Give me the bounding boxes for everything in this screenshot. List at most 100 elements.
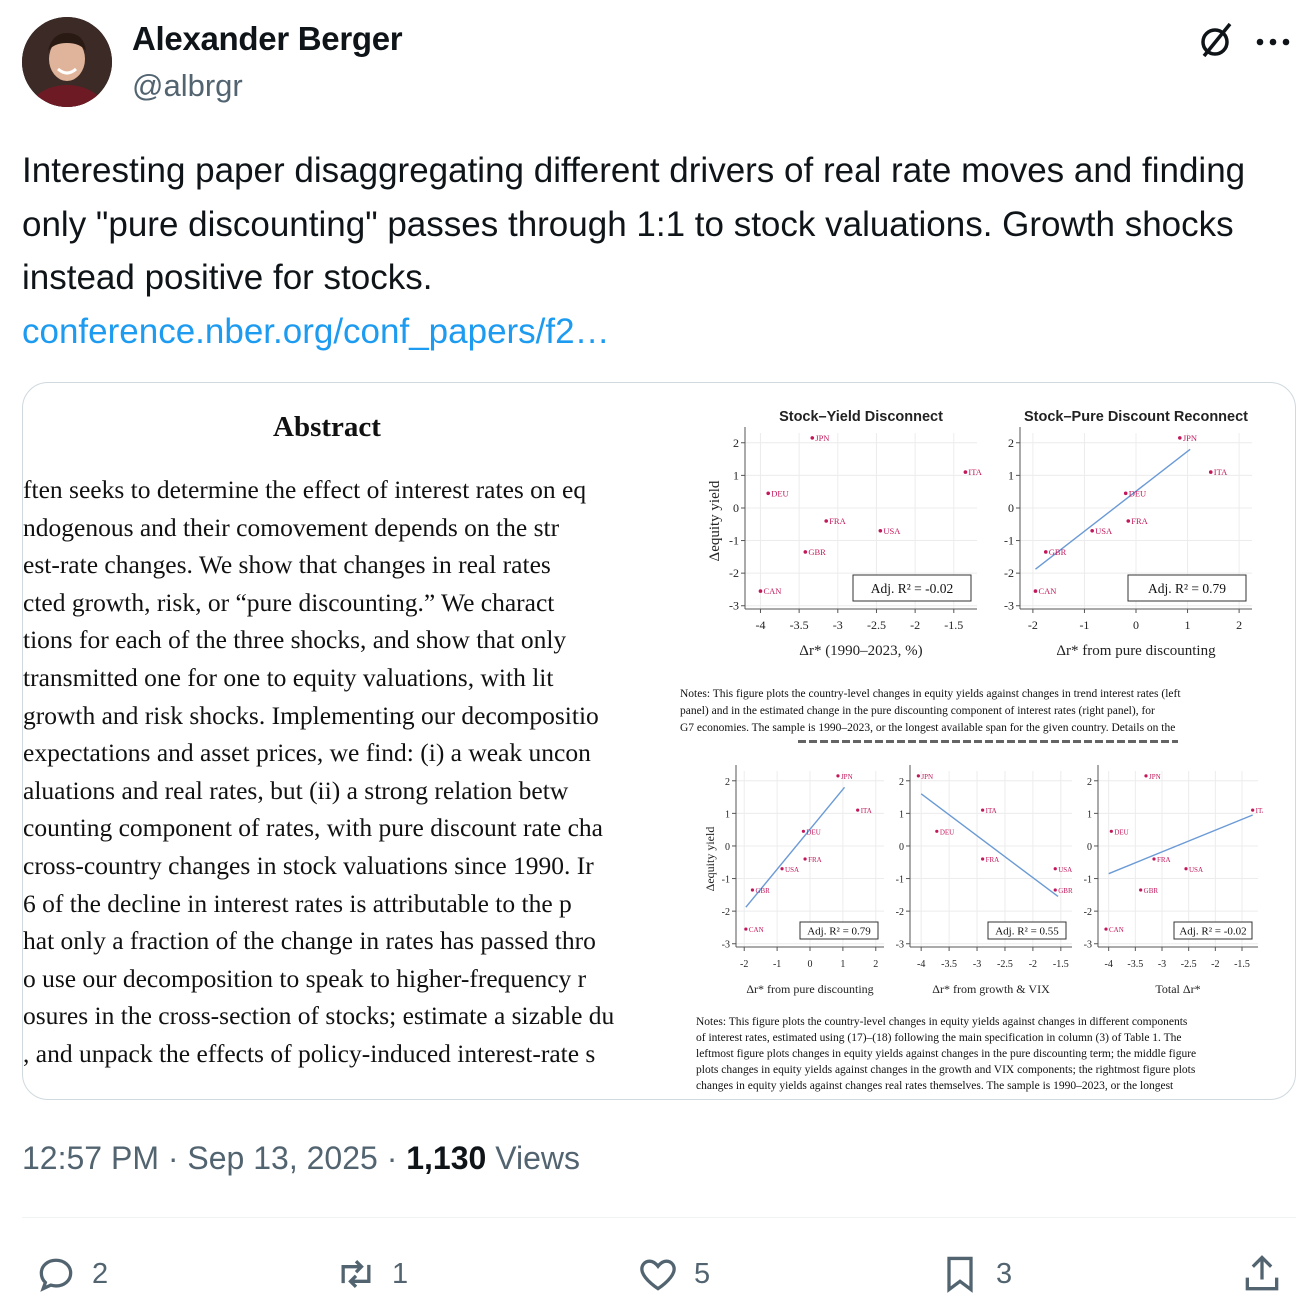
abstract-text: ften seeks to determine the effect of in…: [23, 471, 657, 1073]
tweet-media[interactable]: Abstract ften seeks to determine the eff…: [22, 382, 1296, 1100]
x-tick-label: -2: [1028, 618, 1038, 632]
y-tick-label: -1: [896, 875, 904, 886]
x-tick-label: -1.5: [1234, 959, 1250, 970]
figure1-notes: Notes: This figure plots the country-lev…: [680, 686, 1280, 737]
y-axis-label: Δequity yield: [707, 480, 723, 561]
x-tick-label: -1.5: [1053, 959, 1069, 970]
point-label: USA: [1058, 866, 1072, 874]
share-icon: [1245, 1255, 1279, 1291]
repost-button[interactable]: 1: [334, 1250, 408, 1298]
point-label: ITA: [1256, 807, 1263, 815]
r2-annotation: Adj. R² = -0.02: [871, 581, 954, 596]
x-tick-label: -2.5: [1181, 959, 1197, 970]
data-point-usa: [1053, 867, 1057, 871]
r2-annotation: Adj. R² = 0.79: [1148, 581, 1226, 596]
abstract-line: counting component of rates, with pure d…: [23, 813, 603, 843]
point-label: DEU: [806, 828, 820, 836]
x-axis-label: Δr* from pure discounting: [746, 982, 873, 996]
author-avatar[interactable]: [22, 17, 112, 107]
data-point-gbr: [1053, 888, 1057, 892]
point-label: FRA: [986, 856, 1000, 864]
y-tick-label: 0: [725, 842, 730, 853]
y-tick-label: 0: [1008, 501, 1014, 515]
abstract-line: ndogenous and their comovement depends o…: [23, 512, 560, 542]
data-point-jpn: [1178, 436, 1182, 440]
y-tick-label: 2: [725, 777, 730, 788]
data-point-can: [758, 589, 763, 593]
share-button[interactable]: [1240, 1250, 1298, 1298]
like-count: 5: [694, 1257, 711, 1290]
x-tick-label: -3.5: [1127, 959, 1143, 970]
tweet-time[interactable]: 12:57 PM: [22, 1140, 159, 1176]
x-tick-label: -2: [910, 618, 920, 632]
tweet-date[interactable]: Sep 13, 2025: [187, 1140, 377, 1176]
chart-1: Stock–Yield Disconnect -3 -2 -1 0 1 2 -4 -3.5 -3 -…: [707, 409, 983, 659]
author-name[interactable]: Alexander Berger: [132, 20, 403, 58]
point-label: GBR: [755, 887, 770, 895]
abstract-line: o use our decomposition to speak to high…: [23, 963, 587, 993]
data-point-ita: [856, 808, 860, 812]
x-tick-label: -3: [833, 618, 843, 632]
x-axis-label: Δr* (1990–2023, %): [799, 643, 922, 659]
point-label: CAN: [1038, 586, 1056, 596]
point-label: FRA: [829, 516, 846, 526]
author-handle[interactable]: @albrgr: [132, 68, 243, 104]
chart-title: Stock–Yield Disconnect: [779, 409, 943, 425]
point-label: CAN: [749, 926, 764, 934]
y-tick-label: 2: [1087, 777, 1092, 788]
x-tick-label: -4: [755, 618, 765, 632]
point-label: ITA: [1214, 467, 1228, 477]
note-line: G7 economies. The sample is 1990–2023, o…: [680, 722, 1176, 734]
y-tick-label: -3: [1004, 599, 1014, 613]
point-label: JPN: [1183, 433, 1197, 443]
chart-2: Stock–Pure Discount Reconnect -3 -2 -1 0 1 2 -2…: [1004, 409, 1252, 659]
x-tick-label: -3: [973, 959, 981, 970]
abstract-title: Abstract: [273, 411, 381, 443]
like-button[interactable]: 5: [636, 1250, 710, 1298]
note-line: Notes: This figure plots the country-lev…: [680, 688, 1181, 700]
abstract-line: tions for each of the three shocks, and …: [23, 625, 567, 655]
point-label: GBR: [808, 547, 826, 557]
x-tick-label: -3.5: [790, 618, 809, 632]
tweet-meta: 12:57 PM · Sep 13, 2025 · 1,130 Views: [22, 1140, 580, 1176]
x-tick-label: -1.5: [944, 618, 963, 632]
data-point-gbr: [750, 888, 755, 892]
reply-button[interactable]: 2: [34, 1250, 108, 1298]
more-options-icon[interactable]: [1256, 38, 1290, 46]
point-label: DEU: [1114, 828, 1128, 836]
x-tick-label: 0: [808, 959, 813, 970]
bookmark-button[interactable]: 3: [938, 1250, 1012, 1298]
y-tick-label: 0: [1087, 842, 1092, 853]
point-label: JPN: [1149, 773, 1161, 781]
r2-annotation: Adj. R² = 0.79: [807, 926, 871, 938]
point-label: ITA: [986, 807, 997, 815]
reply-count: 2: [92, 1257, 109, 1290]
data-point-usa: [1184, 867, 1188, 871]
y-tick-label: -2: [729, 566, 739, 580]
data-point-deu: [801, 829, 806, 833]
note-line: Notes: This figure plots the country-lev…: [696, 1016, 1188, 1028]
abstract-line: , and unpack the effects of policy-induc…: [23, 1038, 596, 1068]
point-label: JPN: [815, 433, 829, 443]
data-point-usa: [878, 528, 883, 533]
bookmark-icon: [947, 1256, 973, 1293]
divider: [22, 1217, 1296, 1218]
views-count: 1,130: [406, 1140, 487, 1176]
note-line: of interest rates, estimated using (17)–…: [696, 1032, 1182, 1044]
bookmark-count: 3: [996, 1257, 1013, 1290]
r2-annotation: Adj. R² = -0.02: [1179, 926, 1246, 938]
data-point-fra: [803, 857, 807, 861]
r2-annotation: Adj. R² = 0.55: [995, 926, 1059, 938]
abstract-line: osures in the cross-section of stocks; e…: [23, 1001, 615, 1031]
point-label: CAN: [763, 586, 781, 596]
x-tick-label: -3: [1158, 959, 1166, 970]
y-tick-label: 1: [899, 809, 904, 820]
y-tick-label: 1: [725, 809, 730, 820]
grok-icon[interactable]: [1196, 20, 1236, 60]
y-tick-label: -3: [896, 940, 904, 951]
data-point-gbr: [1139, 888, 1143, 892]
tweet-link[interactable]: conference.nber.org/conf_papers/f2…: [22, 305, 1282, 359]
abstract-line: growth and risk shocks. Implementing our…: [23, 700, 599, 730]
point-label: FRA: [1157, 856, 1171, 864]
x-tick-label: -2: [740, 959, 748, 970]
